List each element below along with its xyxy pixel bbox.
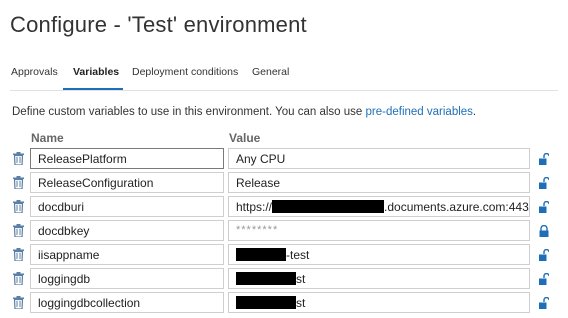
column-header-name: Name <box>31 131 64 145</box>
variable-name-input[interactable]: loggingdbcollection <box>30 292 224 313</box>
unlock-icon[interactable] <box>539 201 549 213</box>
page-title: Configure - 'Test' environment <box>10 12 307 37</box>
value-prefix: https:// <box>236 200 273 214</box>
variable-row: loggingdbcollection st <box>0 291 568 314</box>
variable-name-input[interactable]: docdbkey <box>30 220 224 241</box>
variable-name-input[interactable]: iisappname <box>30 244 224 265</box>
trash-icon[interactable] <box>13 296 24 309</box>
trash-icon[interactable] <box>13 176 24 189</box>
trash-icon[interactable] <box>13 248 24 261</box>
variable-name-input[interactable]: docdburi <box>30 196 224 217</box>
variable-value-input[interactable]: https:// .documents.azure.com:443/ <box>228 196 530 217</box>
trash-icon[interactable] <box>13 200 24 213</box>
tab-variables[interactable]: Variables <box>73 66 119 78</box>
variable-value-input[interactable]: Any CPU <box>228 148 530 169</box>
value-suffix: -test <box>286 248 310 262</box>
variable-row: docdbkey ******** <box>0 219 568 242</box>
description-text: Define custom variables to use in this e… <box>12 106 366 118</box>
description: Define custom variables to use in this e… <box>12 106 476 118</box>
trash-icon[interactable] <box>13 272 24 285</box>
variable-name-input[interactable]: loggingdb <box>30 268 224 289</box>
variable-value-input[interactable]: -test <box>228 244 530 265</box>
trash-icon[interactable] <box>13 152 24 165</box>
tab-general[interactable]: General <box>252 66 289 78</box>
unlock-icon[interactable] <box>539 249 549 261</box>
variable-value-input[interactable]: st <box>228 292 530 313</box>
description-suffix: . <box>472 106 477 118</box>
variable-row: loggingdb st <box>0 267 568 290</box>
value-suffix: .documents.azure.com:443/ <box>384 200 530 214</box>
value-suffix: st <box>296 296 306 310</box>
variable-value-input[interactable]: st <box>228 268 530 289</box>
redaction-bar <box>236 272 296 285</box>
variable-value-input[interactable]: Release <box>228 172 530 193</box>
tab-approvals[interactable]: Approvals <box>11 66 58 78</box>
unlock-icon[interactable] <box>539 273 549 285</box>
tabs-divider <box>10 90 558 91</box>
redaction-bar <box>272 200 385 213</box>
column-header-value: Value <box>229 131 261 145</box>
secret-value-input[interactable]: ******** <box>228 220 530 241</box>
unlock-icon[interactable] <box>539 153 549 165</box>
redaction-bar <box>236 248 286 261</box>
trash-icon[interactable] <box>13 224 24 237</box>
predefined-variables-link[interactable]: pre-defined variables <box>366 106 473 118</box>
variable-row: docdburi https:// .documents.azure.com:44… <box>0 195 568 218</box>
variable-row: iisappname -test <box>0 243 568 266</box>
variable-name-input[interactable]: ReleaseConfiguration <box>30 172 224 193</box>
variable-name-input[interactable]: ReleasePlatform <box>30 148 224 169</box>
unlock-icon[interactable] <box>539 297 549 309</box>
tab-deployment-conditions[interactable]: Deployment conditions <box>132 66 238 78</box>
variable-row: ReleaseConfiguration Release <box>0 171 568 194</box>
variable-row: ReleasePlatform Any CPU <box>0 147 568 170</box>
unlock-icon[interactable] <box>539 177 549 189</box>
value-suffix: st <box>296 272 306 286</box>
redaction-bar <box>236 296 296 309</box>
lock-icon[interactable] <box>539 225 549 237</box>
